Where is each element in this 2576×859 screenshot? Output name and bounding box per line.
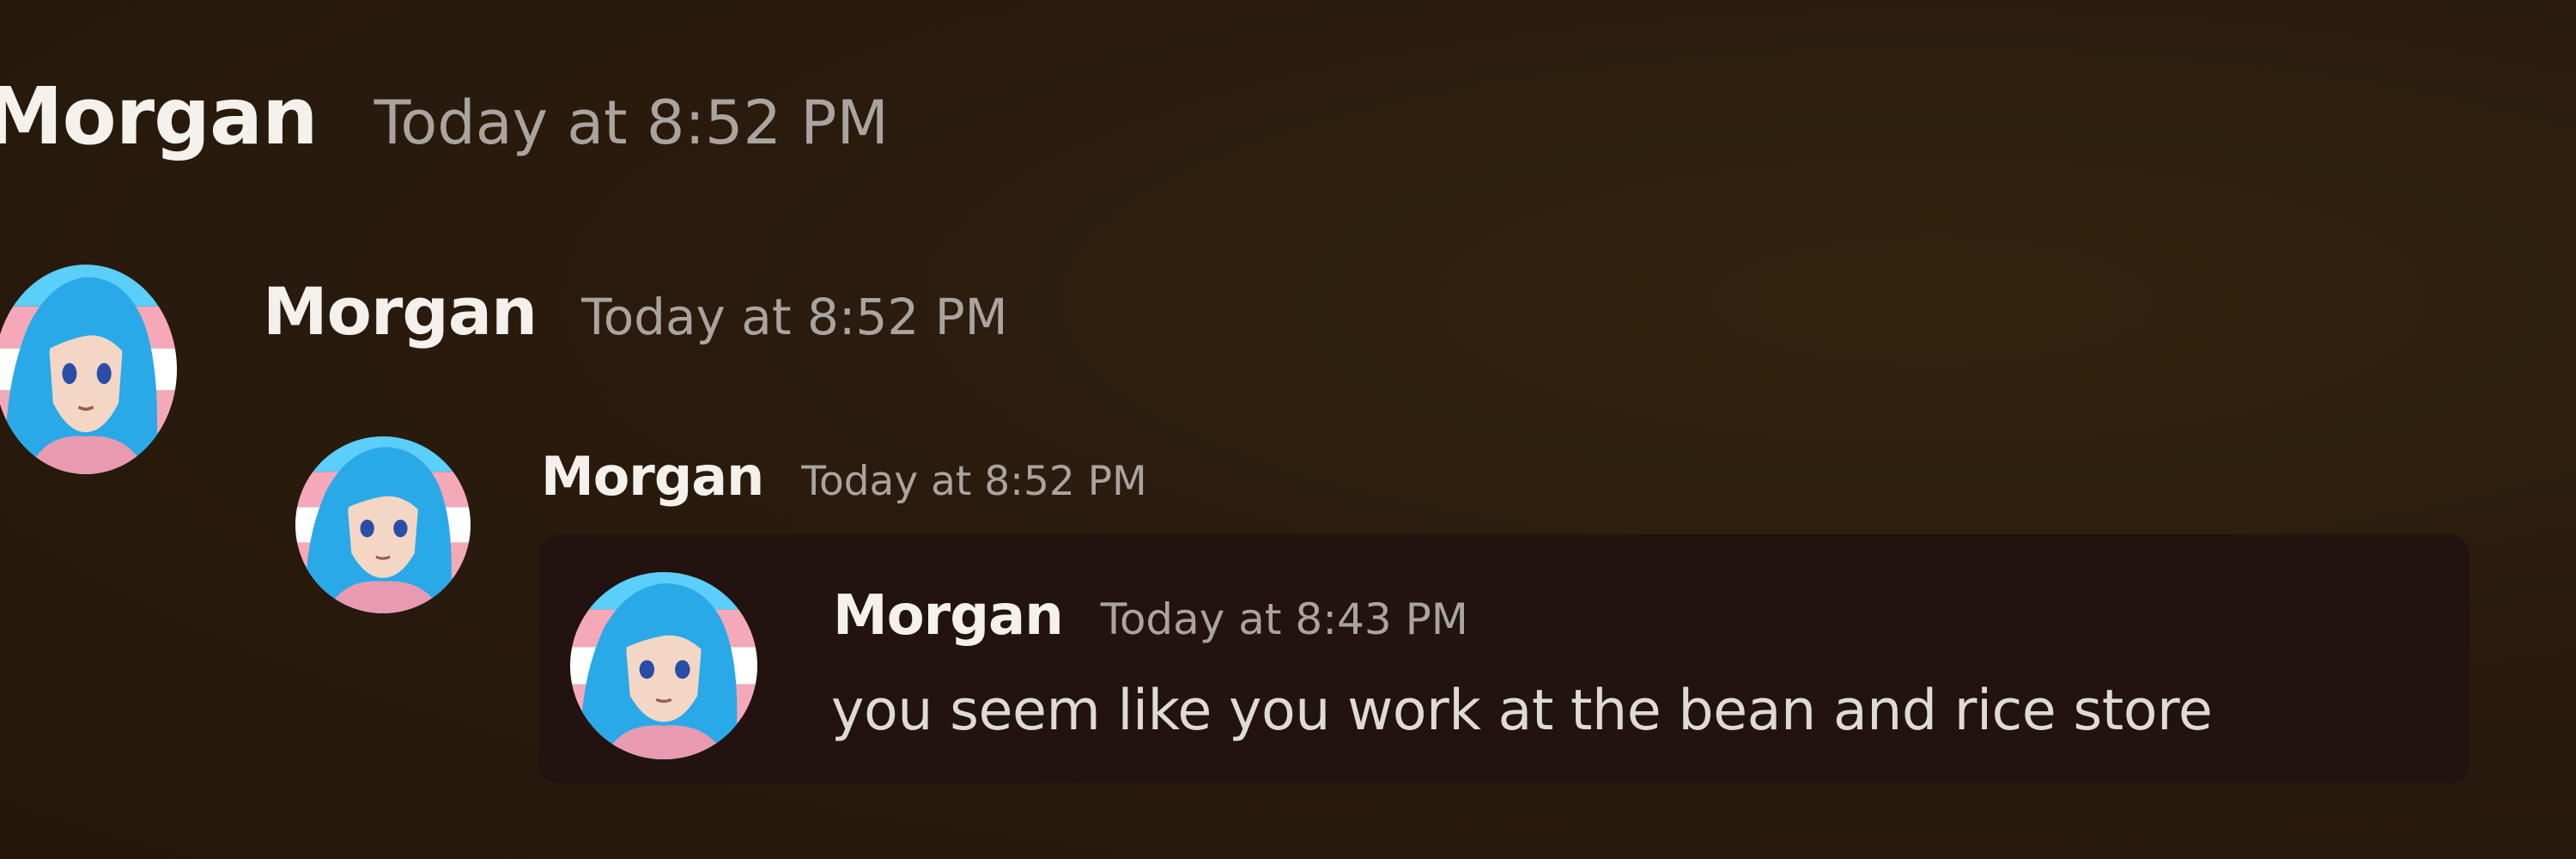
author-name[interactable]: Morgan xyxy=(0,70,319,162)
anime-girl-avatar-icon xyxy=(295,436,471,613)
anime-girl-avatar-icon xyxy=(570,572,757,759)
message-header-2: Morgan Today at 8:52 PM xyxy=(541,445,1147,508)
message-header-1: Morgan Today at 8:52 PM xyxy=(263,273,1008,350)
avatar[interactable] xyxy=(570,572,757,759)
timestamp[interactable]: Today at 8:52 PM xyxy=(581,288,1008,346)
timestamp[interactable]: Today at 8:52 PM xyxy=(801,458,1146,505)
timestamp[interactable]: Today at 8:52 PM xyxy=(374,88,889,158)
message-embed[interactable] xyxy=(539,534,2470,783)
message-content: you seem like you work at the bean and r… xyxy=(831,679,2213,743)
timestamp[interactable]: Today at 8:43 PM xyxy=(1101,594,1468,644)
avatar[interactable] xyxy=(0,265,177,474)
avatar[interactable] xyxy=(295,436,471,613)
author-name[interactable]: Morgan xyxy=(833,584,1064,648)
message-header-0: Morgan Today at 8:52 PM xyxy=(0,70,889,162)
message-header-3: Morgan Today at 8:43 PM xyxy=(833,584,1468,648)
author-name[interactable]: Morgan xyxy=(263,273,538,350)
anime-girl-avatar-icon xyxy=(0,265,177,474)
author-name[interactable]: Morgan xyxy=(541,445,764,508)
